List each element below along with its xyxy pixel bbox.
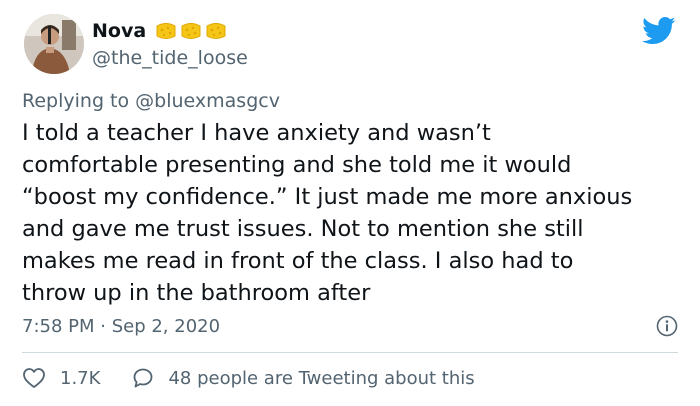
- tweet-text: I told a teacher I have anxiety and wasn…: [22, 120, 633, 306]
- sponge-icon: [206, 23, 226, 39]
- divider: [22, 352, 678, 353]
- name-row: Nova: [92, 20, 228, 42]
- avatar-photo: [24, 14, 84, 74]
- replying-to-label: Replying to: [22, 90, 130, 112]
- tweet-card: Nova @the_tide_loose Replying to @bluexm…: [0, 0, 700, 406]
- info-icon[interactable]: [656, 315, 678, 337]
- conversation-link[interactable]: 48 people are Tweeting about this: [132, 367, 475, 389]
- heart-icon: [23, 368, 45, 388]
- conversation-text: 48 people are Tweeting about this: [168, 367, 475, 389]
- sponge-icon: [181, 23, 201, 39]
- twitter-bird-icon[interactable]: [642, 16, 676, 46]
- tweet-actions: 1.7K 48 people are Tweeting about this: [22, 367, 475, 389]
- tweet-timestamp[interactable]: 7:58 PM · Sep 2, 2020: [22, 316, 220, 337]
- reply-mention-link[interactable]: @bluexmasgcv: [135, 90, 280, 112]
- user-handle[interactable]: @the_tide_loose: [92, 47, 248, 69]
- sponge-icon: [156, 23, 176, 39]
- display-name[interactable]: Nova: [92, 20, 146, 42]
- like-count: 1.7K: [60, 367, 101, 389]
- replying-to-line: Replying to @bluexmasgcv: [22, 90, 280, 112]
- name-emoji-badges: [154, 20, 228, 42]
- avatar[interactable]: [24, 14, 84, 74]
- like-button[interactable]: 1.7K: [22, 367, 100, 389]
- speech-bubble-icon: [134, 368, 153, 388]
